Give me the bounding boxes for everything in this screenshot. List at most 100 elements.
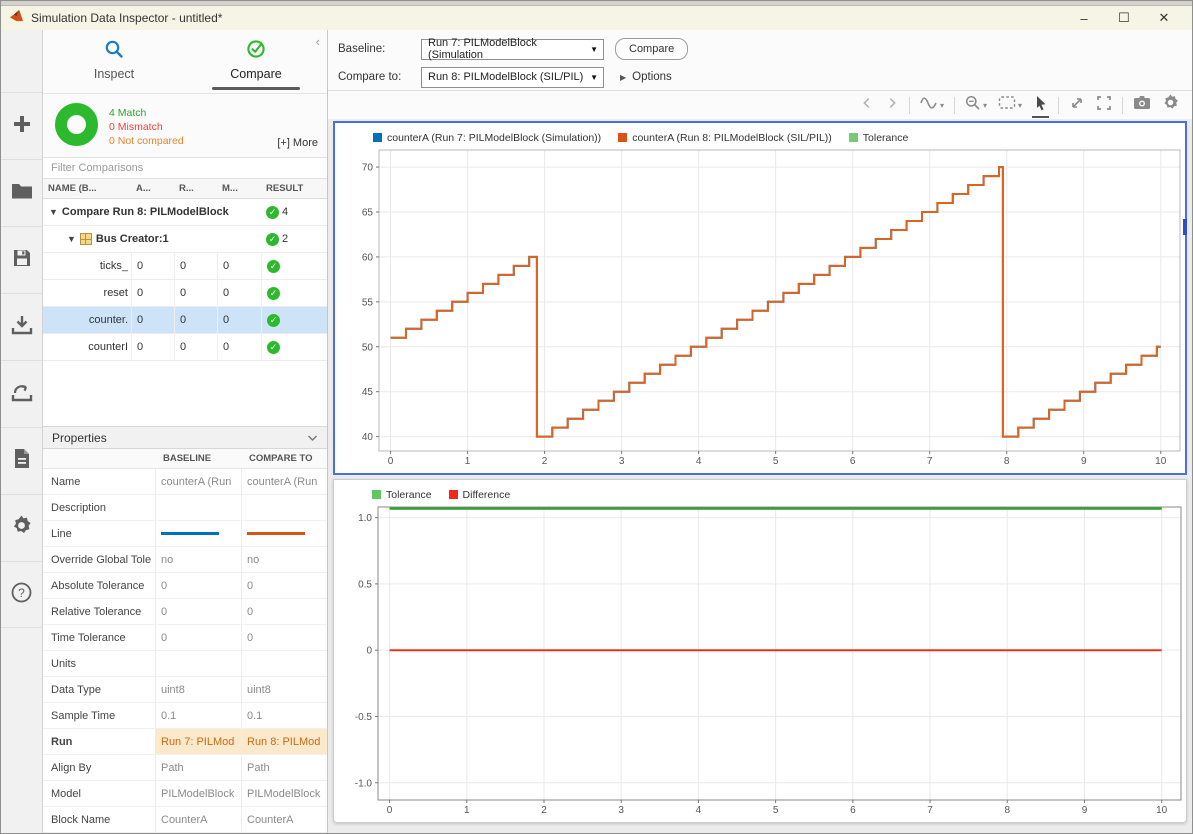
simulation-data-inspector-window: Simulation Data Inspector - untitled* – … xyxy=(0,0,1193,834)
snapshot-button[interactable] xyxy=(1132,93,1152,117)
options-expander[interactable]: ▶ Options xyxy=(620,71,672,83)
open-folder-button[interactable] xyxy=(1,159,42,226)
col-max: M... xyxy=(217,183,261,194)
compare-to-dropdown[interactable]: Run 8: PILModelBlock (SIL/PIL) ▼ xyxy=(421,67,604,88)
import-button[interactable] xyxy=(1,293,42,360)
filter-comparisons-input[interactable] xyxy=(43,157,327,179)
property-row: Relative Tolerance00 xyxy=(43,599,327,625)
property-label: Units xyxy=(43,651,155,676)
properties-table: NamecounterA (RuncounterA (RunDescriptio… xyxy=(43,469,327,833)
more-link[interactable]: [+] More xyxy=(277,137,318,149)
mode-tabs: Inspect Compare ‹ xyxy=(43,30,327,94)
y-tick-label: 60 xyxy=(362,252,374,263)
bottom-chart-legend: ToleranceDifference xyxy=(334,480,1186,504)
top-plot-canvas[interactable]: 01234567891040455055606570 xyxy=(335,147,1185,473)
legend-item: Difference xyxy=(449,489,511,501)
top-chart-card[interactable]: counterA (Run 7: PILModelBlock (Simulati… xyxy=(333,121,1187,475)
baseline-dropdown[interactable]: Run 7: PILModelBlock (Simulation ▼ xyxy=(421,39,604,60)
minimize-button[interactable]: – xyxy=(1064,11,1104,26)
table-row[interactable]: reset000✓ xyxy=(43,280,327,307)
prev-arrow-button[interactable] xyxy=(859,94,875,117)
help-icon: ? xyxy=(11,582,32,608)
legend-label: Tolerance xyxy=(863,132,909,144)
property-row: Description xyxy=(43,495,327,521)
tab-compare[interactable]: Compare xyxy=(185,30,327,93)
chart-toolbar: ▾ ▾ ▾ xyxy=(328,91,1192,119)
comparison-summary: 4 Match 0 Mismatch 0 Not compared [+] Mo… xyxy=(43,94,327,157)
match-count: 4 Match xyxy=(109,106,184,120)
collapse-panel-icon[interactable]: ‹ xyxy=(316,35,320,48)
report-button[interactable] xyxy=(1,427,42,494)
col-abs: A... xyxy=(131,183,174,194)
y-tick-label: 55 xyxy=(362,297,374,308)
save-icon xyxy=(12,248,32,273)
property-label: Sample Time xyxy=(43,703,155,728)
property-compare-value: counterA (Run xyxy=(241,469,327,494)
tab-inspect[interactable]: Inspect xyxy=(43,30,185,93)
property-label: Override Global Tole xyxy=(43,547,155,572)
property-baseline-value: PILModelBlock xyxy=(155,781,241,806)
property-label: Name xyxy=(43,469,155,494)
property-compare-value xyxy=(241,651,327,676)
open-folder-icon xyxy=(11,182,33,205)
line-swatch-baseline xyxy=(161,532,219,535)
dropdown-caret-icon: ▾ xyxy=(983,101,987,110)
property-baseline-value: CounterA xyxy=(155,807,241,832)
y-tick-label: 0.5 xyxy=(358,579,372,590)
compare-to-label: Compare to: xyxy=(338,71,421,83)
y-tick-label: -0.5 xyxy=(355,712,373,723)
add-icon xyxy=(11,113,33,140)
close-button[interactable]: ✕ xyxy=(1144,10,1184,26)
bottom-chart-card[interactable]: ToleranceDifference 012345678910-1.0-0.5… xyxy=(333,479,1187,823)
compare-button[interactable]: Compare xyxy=(615,38,688,60)
col-result: RESULT xyxy=(261,183,327,194)
pointer-button[interactable] xyxy=(1032,93,1049,118)
fullscreen-icon xyxy=(1096,95,1112,116)
data-cursor-button[interactable]: ▾ xyxy=(919,93,945,118)
bottom-plot-canvas[interactable]: 012345678910-1.0-0.500.51.0 xyxy=(334,504,1186,822)
save-button[interactable] xyxy=(1,226,42,293)
expand-caret-icon[interactable]: ▼ xyxy=(67,234,76,244)
line-swatch-compare xyxy=(247,532,305,535)
zoom-button[interactable]: ▾ xyxy=(964,93,988,118)
settings-icon xyxy=(1162,94,1179,116)
next-arrow-button[interactable] xyxy=(884,94,900,117)
table-row[interactable]: counter.000✓ xyxy=(43,307,327,334)
expand-caret-icon[interactable]: ▼ xyxy=(49,207,58,217)
tab-inspect-label: Inspect xyxy=(94,67,134,81)
legend-swatch xyxy=(449,490,458,499)
match-donut-gauge xyxy=(55,103,98,146)
settings-button[interactable] xyxy=(1161,92,1180,118)
y-tick-label: 1.0 xyxy=(358,513,372,524)
preferences-button[interactable] xyxy=(1,494,42,561)
window-title: Simulation Data Inspector - untitled* xyxy=(31,11,222,25)
x-tick-label: 9 xyxy=(1082,805,1088,816)
property-compare-value: 0 xyxy=(241,599,327,624)
data-cursor-icon xyxy=(920,95,938,116)
fit-to-view-button[interactable]: ▾ xyxy=(997,93,1023,117)
table-group-row[interactable]: ▼Bus Creator:1✓2 xyxy=(43,226,327,253)
property-row: ModelPILModelBlockPILModelBlock xyxy=(43,781,327,807)
fullscreen-button[interactable] xyxy=(1095,93,1113,118)
export-button[interactable] xyxy=(1,360,42,427)
property-compare-value: Run 8: PILMod xyxy=(241,729,327,754)
table-row[interactable]: counterI000✓ xyxy=(43,334,327,361)
table-group-row[interactable]: ▼Compare Run 8: PILModelBlock✓4 xyxy=(43,199,327,226)
help-button[interactable]: ? xyxy=(1,561,42,628)
search-icon xyxy=(104,39,124,64)
x-tick-label: 3 xyxy=(618,805,624,816)
property-label: Align By xyxy=(43,755,155,780)
match-check-badge: ✓ xyxy=(266,233,279,246)
expand-button[interactable] xyxy=(1068,93,1086,118)
table-row[interactable]: ticks_000✓ xyxy=(43,253,327,280)
property-label: Absolute Tolerance xyxy=(43,573,155,598)
add-button[interactable] xyxy=(1,92,42,159)
chevron-down-icon[interactable] xyxy=(307,431,318,445)
y-tick-label: 40 xyxy=(362,432,374,443)
property-row: NamecounterA (RuncounterA (Run xyxy=(43,469,327,495)
legend-swatch xyxy=(618,133,627,142)
preferences-icon xyxy=(11,515,32,541)
property-label: Run xyxy=(43,729,155,754)
maximize-button[interactable]: ☐ xyxy=(1104,10,1144,26)
property-baseline-value: uint8 xyxy=(155,677,241,702)
